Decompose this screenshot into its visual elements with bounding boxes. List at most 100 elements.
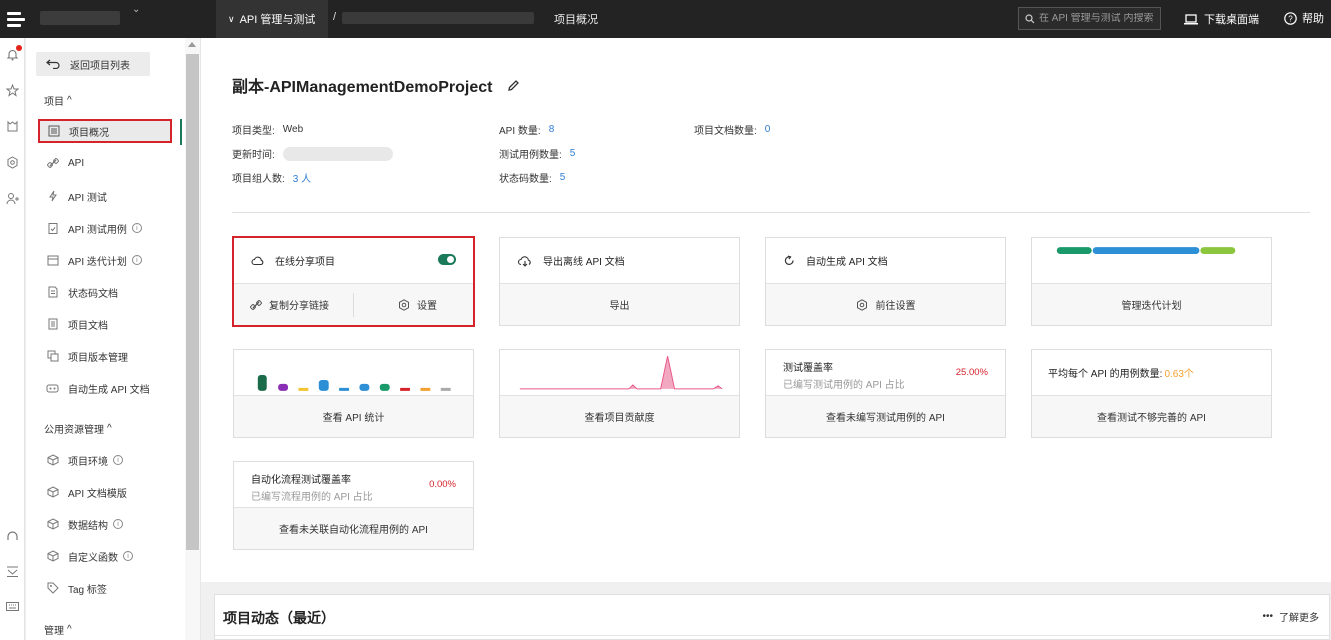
activity-panel: 项目动态（最近） ••• 了解更多 [214,594,1331,640]
link-icon [250,299,262,310]
download-desktop-button[interactable]: 下载桌面端 [1184,11,1259,27]
meta-project-type: 项目类型: Web [232,122,303,137]
view-untested-apis-button[interactable]: 查看未编写测试用例的 API [766,396,1005,437]
sidebar-item-api-test[interactable]: API 测试 [46,187,107,205]
scrollbar-thumb[interactable] [186,54,199,550]
export-button[interactable]: 导出 [500,284,739,325]
cube-icon [46,518,59,531]
sidebar-item-environments[interactable]: 项目环境 i [46,451,123,469]
info-icon[interactable]: i [113,455,123,465]
meta-doc-count: 项目文档数量: 0 [694,122,770,137]
view-untested-label: 查看未编写测试用例的 API [826,413,945,424]
sidebar-item-label: 自定义函数 [68,552,118,564]
meta-value-link[interactable]: 3 人 [293,170,311,185]
meta-api-count: API 数量: 8 [499,122,554,137]
sidebar-item-label: 项目概况 [69,127,109,139]
view-incomplete-label: 查看测试不够完善的 API [1097,413,1206,424]
chevron-down-icon[interactable]: ⌄ [132,4,140,15]
info-icon[interactable]: i [113,519,123,529]
scroll-up-arrow[interactable] [188,42,196,47]
learn-more-link[interactable]: ••• 了解更多 [1262,609,1319,624]
calendar-icon [46,254,59,267]
sidebar-item-api-testcases[interactable]: API 测试用例 i [46,219,142,237]
section-menu[interactable]: ∨ API 管理与测试 [216,0,328,38]
meta-label: 更新时间: [232,150,275,161]
auto-coverage-subtitle: 已编写流程用例的 API 占比 [251,492,373,503]
global-search[interactable] [1018,7,1161,30]
sidebar-item-project-docs[interactable]: 项目文档 [46,315,108,333]
sidebar-item-api[interactable]: API [46,154,84,172]
share-settings-button[interactable]: 设置 [362,284,473,325]
progress-segment [1092,246,1200,254]
search-input[interactable] [1039,13,1154,24]
laptop-icon [1184,13,1198,24]
view-unlinked-label: 查看未关联自动化流程用例的 API [279,525,428,536]
download-icon[interactable] [4,563,21,580]
headset-icon[interactable] [4,528,21,545]
sidebar-item-doc-templates[interactable]: API 文档模版 [46,483,127,501]
sidebar: 返回项目列表 项目 ^ 项目概况 API API 测试 API 测试用例 i A… [26,38,201,640]
section-project-header[interactable]: 项目 ^ [44,93,72,108]
stats-bar [420,387,431,391]
overview-icon [47,125,60,138]
coverage-value: 25.00% [955,367,988,378]
info-icon[interactable]: i [131,223,142,233]
add-user-icon[interactable] [4,190,21,207]
help-button[interactable]: ? 帮助 [1284,10,1324,26]
star-icon[interactable] [4,82,21,99]
share-toggle[interactable] [438,254,456,265]
view-api-stats-label: 查看 API 统计 [322,413,385,424]
sidebar-item-custom-functions[interactable]: 自定义函数 i [46,547,133,565]
breadcrumb-project[interactable] [342,12,534,24]
settings-gear-icon[interactable] [4,154,21,171]
sidebar-item-data-structures[interactable]: 数据结构 i [46,515,123,533]
keyboard-icon[interactable] [4,598,21,615]
sidebar-item-tags[interactable]: Tag 标签 [46,579,107,597]
sidebar-item-status-codes[interactable]: 状态码文档 [46,283,118,301]
sidebar-item-label: API 测试用例 [68,224,127,236]
help-label: 帮助 [1302,13,1324,25]
notification-bell-icon[interactable] [4,45,22,63]
sidebar-scrollbar[interactable] [185,38,200,640]
app-logo-icon[interactable] [0,0,32,38]
card-iteration-plan: 管理迭代计划 [1031,237,1272,326]
sidebar-item-overview[interactable]: 项目概况 [38,119,172,143]
section-public-label: 公用资源管理 [44,425,104,436]
section-public-header[interactable]: 公用资源管理 ^ [44,421,112,436]
back-to-projects-button[interactable]: 返回项目列表 [36,52,150,76]
info-icon[interactable]: i [123,551,133,561]
sidebar-item-autogen-docs[interactable]: 自动生成 API 文档 [46,379,150,397]
meta-value-link[interactable]: 5 [560,172,566,183]
info-icon[interactable]: i [131,255,142,265]
overview-panel: 副本-APIManagementDemoProject 项目类型: Web 更新… [201,38,1331,582]
manage-iteration-button[interactable]: 管理迭代计划 [1032,284,1271,325]
meta-updated: 更新时间: [232,146,393,161]
api-link-icon [46,157,59,170]
section-manage-header[interactable]: 管理 ^ [44,622,72,637]
help-icon: ? [1284,11,1297,25]
meta-label: 测试用例数量: [499,150,562,161]
project-switcher[interactable] [40,11,120,25]
meta-value-link[interactable]: 8 [549,124,555,135]
view-unlinked-apis-button[interactable]: 查看未关联自动化流程用例的 API [234,508,473,549]
collapse-caret-icon: ^ [107,423,112,434]
sparkline-line [519,355,723,389]
shop-icon[interactable] [4,118,21,135]
document-icon [46,286,59,299]
cube-icon [46,486,59,499]
edit-pencil-icon[interactable] [507,79,520,92]
sidebar-item-api-iteration[interactable]: API 迭代计划 i [46,251,142,269]
meta-label: API 数量: [499,126,541,137]
copy-share-link-button[interactable]: 复制分享链接 [234,284,345,325]
icon-rail [0,38,25,640]
meta-value-link[interactable]: 0 [765,124,771,135]
sidebar-item-versions[interactable]: 项目版本管理 [46,347,128,365]
meta-value-link[interactable]: 5 [570,148,576,159]
view-incomplete-tests-button[interactable]: 查看测试不够完善的 API [1032,396,1271,437]
view-contribution-button[interactable]: 查看项目贡献度 [500,396,739,437]
goto-settings-button[interactable]: 前往设置 [766,284,1005,325]
sparkline-area [519,355,723,389]
back-arrow-icon [46,59,60,69]
breadcrumb-separator: / [333,11,337,23]
view-api-stats-button[interactable]: 查看 API 统计 [234,396,473,437]
